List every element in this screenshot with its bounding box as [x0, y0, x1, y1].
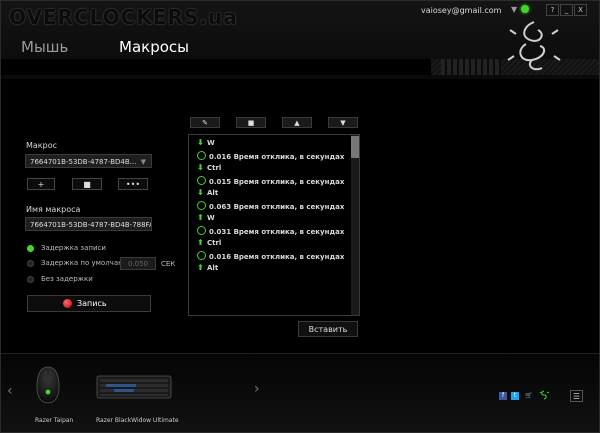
record-label: Запись: [77, 299, 107, 308]
key-up-icon: ⬆: [197, 238, 204, 247]
radio-default-delay[interactable]: [27, 260, 34, 267]
account-chevron-icon[interactable]: ▼: [511, 5, 517, 14]
menu-icon[interactable]: ☰: [570, 390, 583, 402]
record-button[interactable]: Запись: [27, 295, 151, 312]
tab-macros[interactable]: Макросы: [119, 38, 189, 56]
delete-event-button[interactable]: ■: [236, 117, 266, 128]
clock-icon: [197, 226, 206, 235]
radio-record-delay[interactable]: [27, 245, 34, 252]
key-up-icon: ⬆: [197, 213, 204, 222]
macro-name-input[interactable]: 7664701B-53DB-4787-BD4B-788FA: [25, 217, 152, 231]
delay-unit-label: СЕК: [161, 260, 176, 268]
macro-name-label: Имя макроса: [26, 205, 81, 214]
more-options-button[interactable]: •••: [118, 178, 148, 190]
list-item[interactable]: ⬇ Ctrl: [197, 163, 221, 172]
event-list-scrollbar[interactable]: [351, 135, 359, 315]
tab-mouse[interactable]: Мышь: [21, 38, 68, 56]
move-down-button[interactable]: ▼: [328, 117, 358, 128]
option-no-delay-label: Без задержки: [41, 275, 93, 283]
brand-logo: OVERCLOCKERS.ua: [9, 5, 238, 29]
list-item[interactable]: ⬆ W: [197, 213, 215, 222]
tab-bar-fill: [1, 59, 431, 75]
move-up-button[interactable]: ▲: [282, 117, 312, 128]
facebook-icon[interactable]: f: [499, 392, 507, 400]
dropdown-arrow-icon: ▼: [140, 158, 146, 166]
macro-select-value: 7664701B-53DB-4787-BD4B...: [30, 158, 137, 166]
key-down-icon: ⬇: [197, 188, 204, 197]
close-button[interactable]: X: [574, 4, 587, 16]
default-delay-input[interactable]: 0.050: [120, 257, 156, 270]
event-list-scroll-thumb[interactable]: [351, 136, 359, 158]
online-status-icon: [521, 5, 529, 13]
minimize-button[interactable]: _: [560, 4, 573, 16]
delete-macro-button[interactable]: ■: [72, 178, 102, 190]
razer-snake-icon: [507, 21, 561, 71]
list-item[interactable]: 0.015 Время отклика, в секундах: [197, 176, 344, 186]
razer-blackwidow-keyboard-icon[interactable]: [96, 374, 172, 400]
tab-bar-stripes: [441, 59, 501, 75]
list-item[interactable]: ⬇ Alt: [197, 188, 218, 197]
clock-icon: [197, 176, 206, 185]
help-button[interactable]: ?: [546, 4, 559, 16]
account-email[interactable]: vaiosey@gmail.com: [421, 6, 501, 15]
list-item[interactable]: 0.016 Время отклика, в секундах: [197, 151, 344, 161]
edit-event-button[interactable]: ✎: [190, 117, 220, 128]
razer-taipan-mouse-icon[interactable]: [35, 365, 61, 405]
key-up-icon: ⬆: [197, 263, 204, 272]
list-item[interactable]: ⬇ W: [197, 138, 215, 147]
macro-select[interactable]: 7664701B-53DB-4787-BD4B... ▼: [25, 154, 152, 168]
twitter-icon[interactable]: t: [511, 392, 519, 400]
option-record-delay-label: Задержка записи: [41, 244, 106, 252]
macro-event-list[interactable]: [188, 134, 360, 316]
store-cart-icon[interactable]: 🛒: [525, 392, 533, 400]
list-item[interactable]: ⬆ Alt: [197, 263, 218, 272]
device-label-taipan: Razer Taipan: [35, 417, 74, 424]
add-macro-button[interactable]: +: [27, 178, 55, 190]
radio-no-delay[interactable]: [27, 276, 34, 283]
synapse-window: OVERCLOCKERS.ua vaiosey@gmail.com ▼ ? _ …: [0, 0, 600, 433]
razer-logo-icon[interactable]: [539, 390, 550, 401]
macro-label: Макрос: [26, 141, 58, 150]
devices-next-icon[interactable]: ›: [254, 381, 260, 397]
clock-icon: [197, 151, 206, 160]
clock-icon: [197, 251, 206, 260]
record-icon: [63, 299, 72, 308]
key-down-icon: ⬇: [197, 163, 204, 172]
list-item[interactable]: 0.031 Время отклика, в секундах: [197, 226, 344, 236]
list-item[interactable]: ⬆ Ctrl: [197, 238, 221, 247]
list-item[interactable]: 0.016 Время отклика, в секундах: [197, 251, 344, 261]
insert-button[interactable]: Вставить: [298, 321, 358, 337]
list-item[interactable]: 0.063 Время отклика, в секундах: [197, 201, 344, 211]
clock-icon: [197, 201, 206, 210]
device-label-blackwidow: Razer BlackWidow Ultimate: [96, 417, 179, 424]
devices-prev-icon[interactable]: ‹: [7, 383, 13, 399]
key-down-icon: ⬇: [197, 138, 204, 147]
